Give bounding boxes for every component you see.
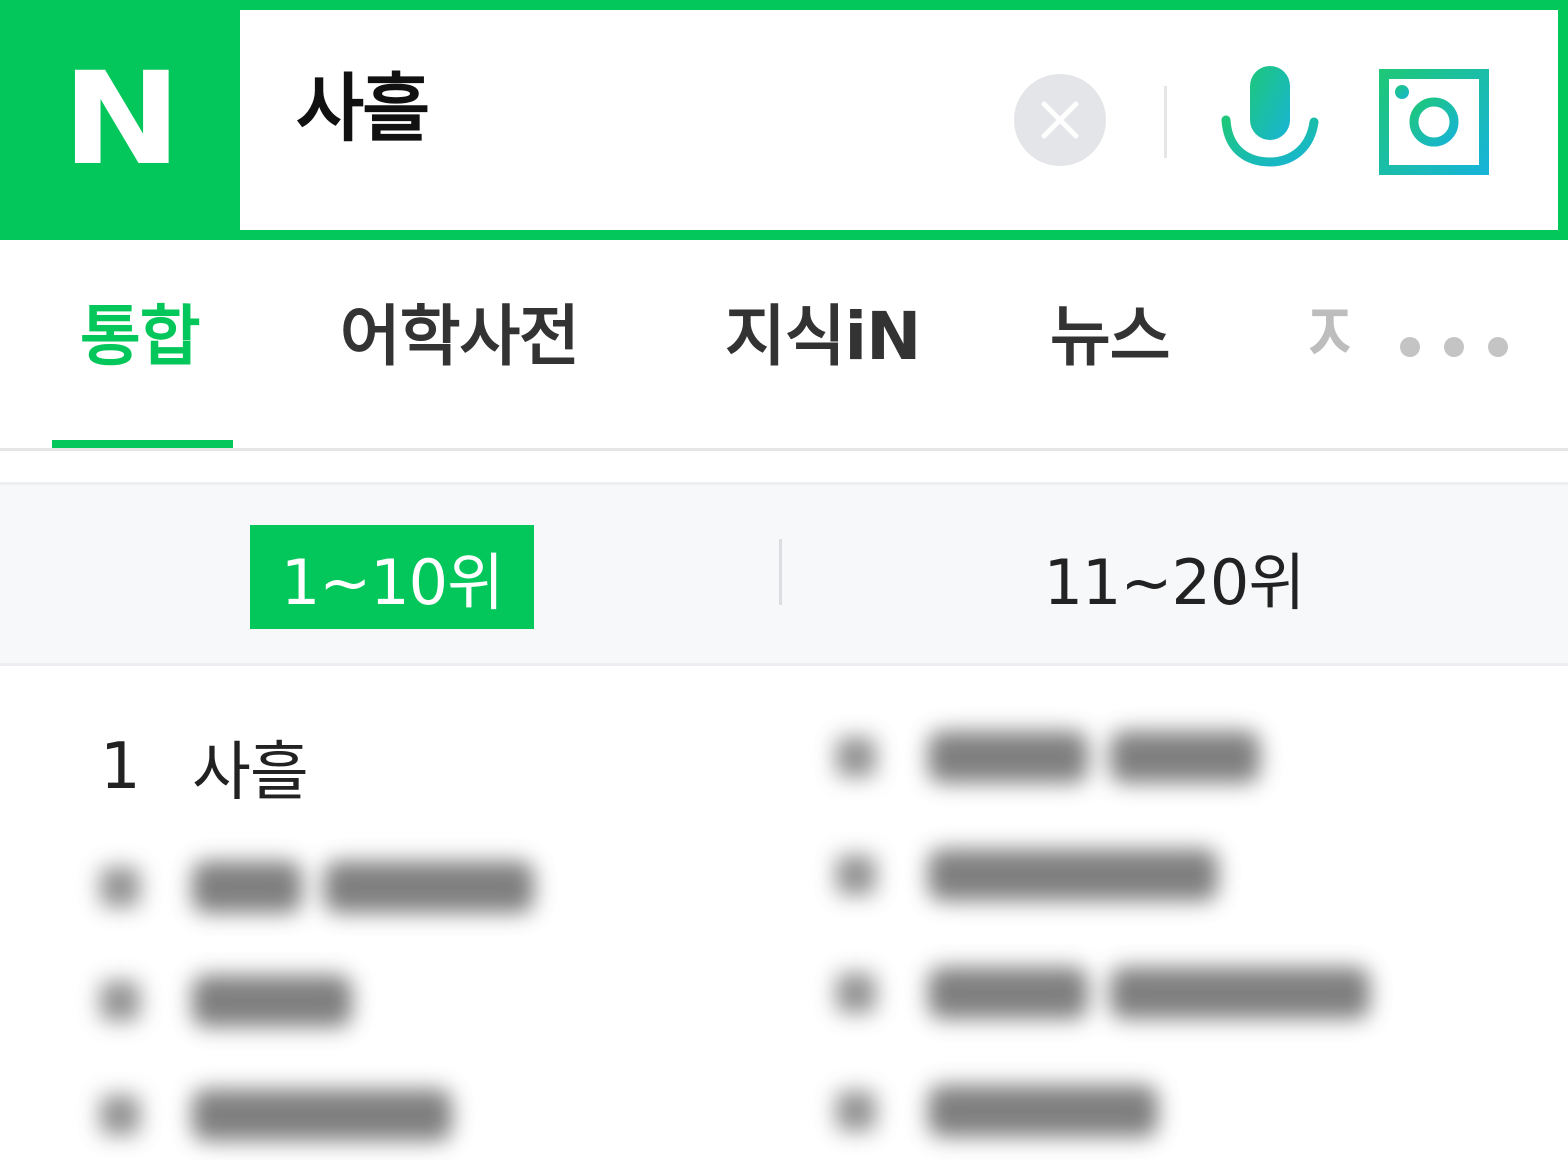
list-item[interactable] — [836, 1066, 1180, 1156]
rank-11-20-button[interactable]: 11~20위 — [1040, 525, 1308, 629]
blurred-term — [324, 861, 534, 913]
blurred-rank — [100, 981, 140, 1021]
blurred-term — [928, 1085, 1158, 1137]
list-item[interactable] — [100, 956, 374, 1046]
naver-logo[interactable]: N — [0, 0, 240, 240]
blurred-term — [928, 967, 1088, 1019]
blurred-rank — [836, 973, 876, 1013]
blurred-term — [192, 1089, 452, 1141]
list-item[interactable] — [836, 830, 1240, 920]
blurred-rank — [836, 855, 876, 895]
blurred-rank — [100, 1095, 140, 1135]
blurred-rank — [836, 737, 876, 777]
list-item[interactable] — [836, 948, 1392, 1038]
search-divider — [1164, 86, 1167, 158]
list-item[interactable] — [836, 712, 1282, 802]
list-item[interactable] — [100, 842, 556, 932]
logo-letter: N — [62, 45, 182, 194]
blurred-rank — [836, 1091, 876, 1131]
rank-term: 사흘 — [192, 736, 309, 810]
list-item[interactable]: 1 사흘 — [100, 722, 309, 812]
active-tab-indicator — [52, 440, 233, 448]
tabs-divider — [0, 448, 1568, 451]
tab-dictionary[interactable]: 어학사전 — [340, 304, 580, 370]
tab-partial[interactable]: 지 — [1308, 304, 1350, 370]
more-dot-icon — [1400, 337, 1420, 357]
rank-toggle-divider — [779, 539, 782, 605]
blurred-rank — [100, 867, 140, 907]
search-box[interactable]: 사흘 — [240, 10, 1558, 230]
list-item[interactable] — [100, 1070, 474, 1160]
rank-range-toggle: 1~10위 11~20위 — [0, 482, 1568, 666]
camera-lens-icon — [1379, 69, 1489, 175]
rank-1-10-button[interactable]: 1~10위 — [250, 525, 534, 629]
clear-search-button[interactable] — [1014, 74, 1106, 166]
blurred-term — [1110, 967, 1370, 1019]
blurred-term — [928, 731, 1088, 783]
search-input[interactable]: 사흘 — [296, 72, 430, 146]
tab-news[interactable]: 뉴스 — [1050, 304, 1170, 370]
rank-number: 1 — [100, 730, 141, 804]
more-tabs-button[interactable] — [1400, 332, 1524, 362]
blurred-term — [1110, 731, 1260, 783]
microphone-icon — [1221, 66, 1319, 181]
blurred-term — [192, 861, 302, 913]
more-dot-icon — [1444, 337, 1464, 357]
tab-knowledge-in[interactable]: 지식iN — [725, 304, 921, 370]
voice-search-button[interactable] — [1216, 60, 1326, 181]
close-icon — [1041, 101, 1079, 139]
category-tabs: 통합 어학사전 지식iN 뉴스 지 — [0, 240, 1568, 452]
blurred-term — [928, 849, 1218, 901]
tab-integrated[interactable]: 통합 — [80, 304, 200, 370]
search-header: N 사흘 — [0, 0, 1568, 240]
blurred-term — [192, 975, 352, 1027]
image-search-button[interactable] — [1376, 66, 1492, 178]
more-dot-icon — [1488, 337, 1508, 357]
